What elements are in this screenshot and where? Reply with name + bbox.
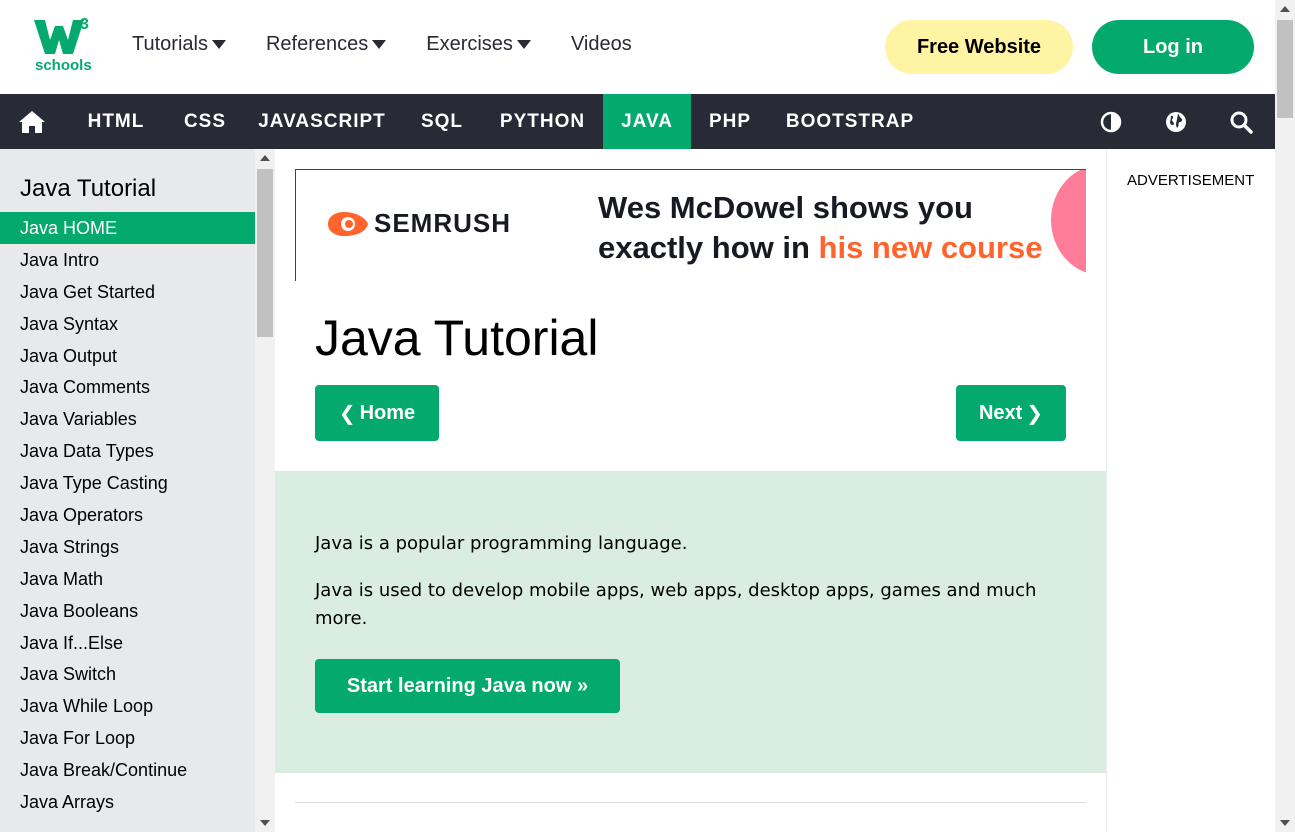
- semrush-brand-text: SEMRUSH: [374, 208, 512, 238]
- sidebar-item-java-math[interactable]: Java Math: [0, 563, 255, 595]
- sidebar-item-java-booleans[interactable]: Java Booleans: [0, 595, 255, 627]
- topnav-references[interactable]: References: [265, 33, 387, 56]
- chevron-right-icon: ❯: [1026, 402, 1044, 425]
- w3schools-logo[interactable]: 3 schools: [34, 16, 96, 76]
- sidebar-item-java-get-started[interactable]: Java Get Started: [0, 276, 255, 308]
- ad-headline: Wes McDowel shows you exactly how in his…: [598, 188, 1042, 268]
- free-website-button[interactable]: Free Website: [885, 20, 1073, 74]
- sidebar-item-java-strings[interactable]: Java Strings: [0, 531, 255, 563]
- semrush-flame-icon: [328, 211, 368, 236]
- ad-line-1: Wes McDowel shows you: [598, 190, 973, 225]
- topnav-label: Videos: [570, 33, 632, 55]
- ad-line-2: exactly how in his new course: [598, 228, 1042, 268]
- topnav-label: References: [265, 33, 369, 55]
- start-learning-button[interactable]: Start learning Java now »: [315, 659, 620, 713]
- nav-python[interactable]: PYTHON: [482, 94, 603, 149]
- caret-down-icon: [516, 40, 531, 49]
- sidebar-item-java-data-types[interactable]: Java Data Types: [0, 435, 255, 467]
- nav-sql[interactable]: SQL: [402, 94, 482, 149]
- sidebar-item-java-variables[interactable]: Java Variables: [0, 403, 255, 435]
- next-label: Next: [978, 401, 1023, 424]
- nav-css[interactable]: CSS: [168, 94, 242, 149]
- sidebar-item-java-home[interactable]: Java HOME: [0, 212, 255, 244]
- search-icon: [1230, 111, 1253, 134]
- top-nav: Tutorials References Exercises Videos: [132, 33, 672, 56]
- semrush-ad-banner[interactable]: SEMRUSH Wes McDowel shows you exactly ho…: [295, 169, 1086, 281]
- ad-line-2-highlight: his new course: [818, 230, 1043, 265]
- nav-html[interactable]: HTML: [64, 94, 168, 149]
- right-ad-column: ADVERTISEMENT: [1106, 149, 1275, 832]
- page-scrollbar[interactable]: [1275, 0, 1295, 832]
- logo-text: schools: [35, 57, 92, 74]
- scroll-up-icon[interactable]: [260, 155, 270, 161]
- sidebar-title: Java Tutorial: [20, 175, 157, 202]
- scroll-up-icon[interactable]: [1280, 6, 1290, 12]
- page-scrollbar-thumb[interactable]: [1277, 20, 1293, 118]
- sidebar-item-java-if-else[interactable]: Java If...Else: [0, 627, 255, 659]
- language-button[interactable]: [1156, 94, 1196, 149]
- sidebar-item-java-arrays[interactable]: Java Arrays: [0, 786, 255, 818]
- logo-superscript: 3: [80, 16, 89, 33]
- nav-php[interactable]: PHP: [691, 94, 769, 149]
- semrush-logo: SEMRUSH: [326, 208, 511, 239]
- sidebar-item-java-syntax[interactable]: Java Syntax: [0, 308, 255, 340]
- sidebar-item-java-for-loop[interactable]: Java For Loop: [0, 722, 255, 754]
- search-button[interactable]: [1221, 94, 1261, 149]
- nav-bootstrap[interactable]: BOOTSTRAP: [769, 94, 931, 149]
- intro-paragraph-2: Java is used to develop mobile apps, web…: [315, 580, 1037, 629]
- page-title: Java Tutorial: [315, 310, 599, 366]
- previous-home-button[interactable]: ❮ Home: [315, 385, 439, 441]
- tutorial-sidebar: Java Tutorial Java HOME Java Intro Java …: [0, 149, 255, 832]
- divider: [295, 802, 1086, 803]
- theme-toggle-button[interactable]: [1091, 94, 1131, 149]
- sidebar-item-java-comments[interactable]: Java Comments: [0, 371, 255, 403]
- advertisement-label: ADVERTISEMENT: [1127, 172, 1255, 189]
- chevron-left-icon: ❮: [338, 402, 356, 425]
- sidebar-scrollbar-thumb[interactable]: [257, 169, 273, 337]
- scroll-down-icon[interactable]: [1280, 820, 1290, 826]
- sidebar-item-java-output[interactable]: Java Output: [0, 340, 255, 372]
- sidebar-scrollbar[interactable]: [255, 149, 275, 832]
- language-nav: HTML CSS JAVASCRIPT SQL PYTHON JAVA PHP …: [0, 94, 1275, 149]
- sidebar-item-java-while-loop[interactable]: Java While Loop: [0, 690, 255, 722]
- intro-panel: Java is a popular programming language. …: [275, 471, 1106, 773]
- next-button[interactable]: Next ❯: [956, 385, 1066, 441]
- w3-logo-icon: [34, 20, 84, 54]
- login-button[interactable]: Log in: [1092, 20, 1254, 74]
- home-icon: [19, 110, 45, 133]
- sidebar-item-java-switch[interactable]: Java Switch: [0, 658, 255, 690]
- main-content: SEMRUSH Wes McDowel shows you exactly ho…: [275, 149, 1106, 832]
- home-button[interactable]: [0, 94, 64, 149]
- ad-line-2-prefix: exactly how in: [598, 230, 819, 265]
- sidebar-list: Java HOME Java Intro Java Get Started Ja…: [0, 212, 255, 818]
- previous-label: Home: [359, 401, 416, 424]
- ad-decoration: [1051, 170, 1086, 275]
- topnav-label: Tutorials: [132, 33, 208, 55]
- contrast-icon: [1100, 111, 1122, 132]
- topnav-label: Exercises: [426, 33, 513, 55]
- topnav-videos[interactable]: Videos: [571, 33, 632, 56]
- nav-java[interactable]: JAVA: [603, 94, 691, 149]
- sidebar-item-java-break-continue[interactable]: Java Break/Continue: [0, 754, 255, 786]
- top-header: 3 schools Tutorials References Exercises…: [0, 0, 1275, 94]
- topnav-tutorials[interactable]: Tutorials: [132, 33, 226, 56]
- globe-icon: [1166, 111, 1186, 132]
- sidebar-item-java-type-casting[interactable]: Java Type Casting: [0, 467, 255, 499]
- sidebar-item-java-intro[interactable]: Java Intro: [0, 244, 255, 276]
- sidebar-item-java-operators[interactable]: Java Operators: [0, 499, 255, 531]
- intro-paragraph-1: Java is a popular programming language.: [315, 533, 688, 554]
- caret-down-icon: [211, 40, 226, 49]
- caret-down-icon: [372, 40, 387, 49]
- topnav-exercises[interactable]: Exercises: [426, 33, 531, 56]
- scroll-down-icon[interactable]: [260, 820, 270, 826]
- nav-javascript[interactable]: JAVASCRIPT: [242, 94, 402, 149]
